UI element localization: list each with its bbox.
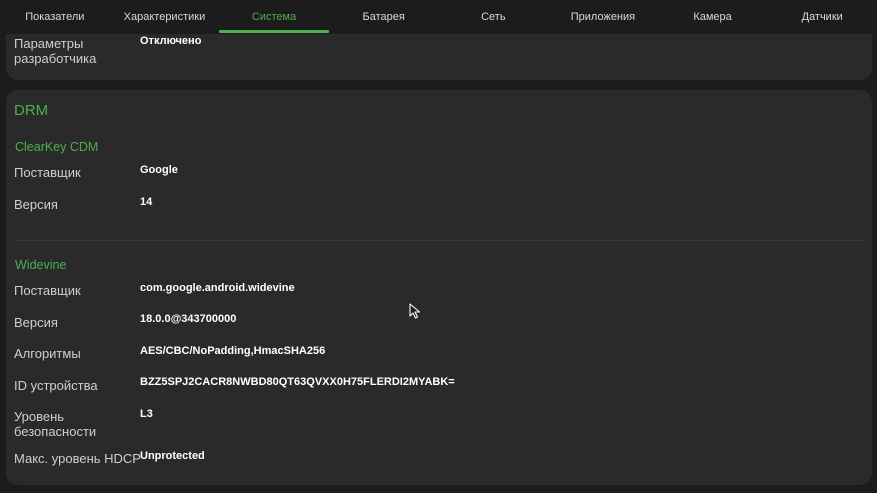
widevine-vendor-label: Поставщик — [14, 283, 81, 298]
developer-options-value: Отключено — [140, 35, 202, 47]
widevine-device-id-label: ID устройства — [14, 378, 98, 393]
widevine-version-value: 18.0.0@343700000 — [140, 313, 237, 325]
tab-specifications[interactable]: Характеристики — [110, 0, 220, 34]
mouse-cursor-icon — [409, 303, 421, 319]
section-divider — [14, 240, 864, 241]
tab-sensors[interactable]: Датчики — [767, 0, 877, 34]
drm-section-title: DRM — [14, 102, 49, 119]
drm-card: DRM ClearKey CDM Поставщик Google Версия… — [6, 90, 872, 485]
tab-bar: Показатели Характеристики Система Батаре… — [0, 0, 877, 34]
widevine-device-id-value: BZZ5SPJ2CACR8NWBD80QT63QVXX0H75FLERDI2MY… — [140, 376, 455, 388]
tab-camera[interactable]: Камера — [658, 0, 768, 34]
tab-apps[interactable]: Приложения — [548, 0, 658, 34]
clearkey-vendor-value: Google — [140, 164, 178, 176]
widevine-version-label: Версия — [14, 315, 58, 330]
widevine-security-level-label: Уровень безопасности — [14, 409, 97, 439]
widevine-title: Widevine — [15, 258, 67, 272]
widevine-vendor-value: com.google.android.widevine — [140, 282, 295, 294]
clearkey-title: ClearKey CDM — [15, 140, 99, 154]
widevine-algorithms-label: Алгоритмы — [14, 346, 81, 361]
tab-battery[interactable]: Батарея — [329, 0, 439, 34]
widevine-hdcp-value: Unprotected — [140, 450, 205, 462]
widevine-algorithms-value: AES/CBC/NoPadding,HmacSHA256 — [140, 345, 326, 357]
clearkey-vendor-label: Поставщик — [14, 165, 81, 180]
widevine-hdcp-label: Макс. уровень HDCP — [14, 451, 141, 466]
tab-network[interactable]: Сеть — [439, 0, 549, 34]
clearkey-version-value: 14 — [140, 196, 153, 208]
developer-options-label: Параметры разработчика — [14, 36, 97, 66]
clearkey-version-label: Версия — [14, 197, 58, 212]
tab-dashboard[interactable]: Показатели — [0, 0, 110, 34]
tab-system[interactable]: Система — [219, 0, 329, 34]
widevine-security-level-value: L3 — [140, 408, 153, 420]
